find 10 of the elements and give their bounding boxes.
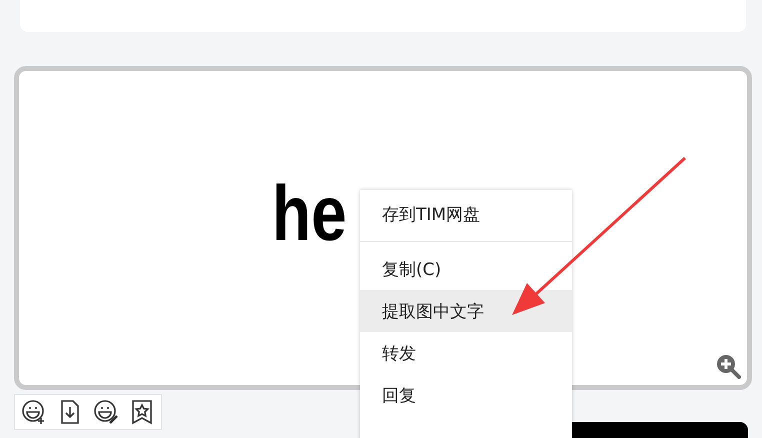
zoom-in-icon[interactable] [715,353,741,379]
menu-item[interactable]: 回复 [360,374,572,416]
emoji-pencil-icon [93,399,119,425]
menu-item[interactable]: 复制(C) [360,248,572,290]
menu-item[interactable]: 存到TIM网盘 [360,193,572,235]
image-text: he [272,174,347,252]
menu-item[interactable]: 转发 [360,332,572,374]
emoji-add-icon [21,399,47,425]
bookmark-star-icon [129,399,155,425]
menu-item[interactable]: 提取图中文字 [360,290,572,332]
